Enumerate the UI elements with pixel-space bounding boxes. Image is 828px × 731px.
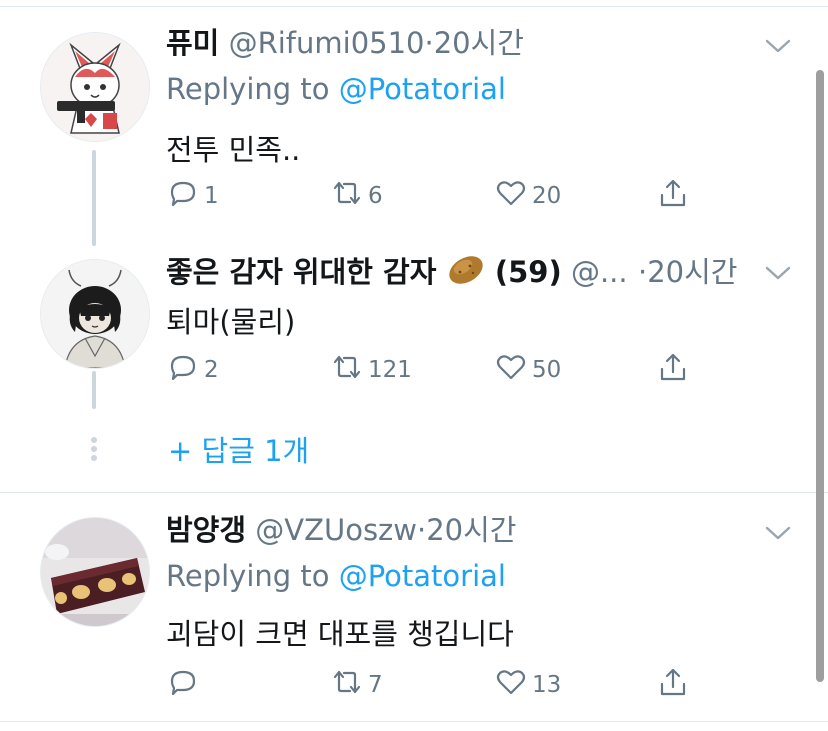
heart-icon bbox=[494, 350, 528, 390]
chevron-down-icon[interactable] bbox=[764, 36, 792, 56]
replying-to-label: Replying to bbox=[166, 72, 330, 106]
separator-dot: · bbox=[424, 26, 434, 60]
retweet-count: 7 bbox=[368, 672, 383, 698]
retweet-icon bbox=[330, 350, 364, 390]
mention-link[interactable]: @Potatorial bbox=[339, 72, 506, 106]
avatar[interactable] bbox=[40, 32, 150, 142]
more-replies-dots-icon bbox=[90, 436, 98, 462]
replying-to-label: Replying to bbox=[166, 559, 330, 593]
separator-dot: · bbox=[417, 513, 427, 547]
display-name-suffix[interactable]: (59) bbox=[495, 255, 562, 289]
like-count: 13 bbox=[532, 672, 562, 698]
tweet-actions: 1 6 20 bbox=[166, 176, 726, 216]
retweet-button[interactable]: 7 bbox=[330, 665, 383, 705]
like-button[interactable]: 50 bbox=[494, 350, 561, 390]
reply-count: 1 bbox=[204, 183, 219, 209]
timestamp[interactable]: 20시간 bbox=[426, 513, 516, 547]
tweet-2[interactable]: 좋은 감자 위대한 감자 (59) @... ·20시간 퇴마(물리) 2 12… bbox=[0, 245, 828, 490]
scrollbar[interactable] bbox=[816, 70, 824, 682]
user-handle[interactable]: @Rifumi0510 bbox=[229, 26, 425, 60]
user-handle[interactable]: @VZUoszw bbox=[255, 513, 417, 547]
retweet-button[interactable]: 6 bbox=[330, 176, 383, 216]
tweet-actions: 2 121 50 bbox=[166, 350, 726, 390]
reply-button[interactable] bbox=[166, 665, 204, 705]
reply-icon bbox=[166, 665, 200, 705]
timestamp[interactable]: 20시간 bbox=[434, 26, 524, 60]
like-count: 50 bbox=[532, 357, 562, 383]
share-button[interactable] bbox=[656, 350, 690, 390]
retweet-count: 6 bbox=[368, 183, 383, 209]
user-handle[interactable]: @... bbox=[571, 255, 628, 289]
heart-icon bbox=[494, 665, 528, 705]
like-button[interactable]: 13 bbox=[494, 665, 561, 705]
heart-icon bbox=[494, 176, 528, 216]
timestamp[interactable]: 20시간 bbox=[647, 255, 737, 289]
share-icon bbox=[656, 176, 690, 216]
display-name[interactable]: 좋은 감자 위대한 감자 bbox=[166, 255, 436, 289]
share-button[interactable] bbox=[656, 665, 690, 705]
tweet-header: 퓨미 @Rifumi0510·20시간 bbox=[166, 24, 733, 62]
tweet-text: 전투 민족.. bbox=[166, 133, 301, 167]
tweet-1[interactable]: 퓨미 @Rifumi0510·20시간 Replying to @Potator… bbox=[0, 0, 828, 246]
reply-button[interactable]: 1 bbox=[166, 176, 219, 216]
display-name[interactable]: 퓨미 bbox=[166, 26, 219, 60]
replying-to: Replying to @Potatorial bbox=[166, 72, 506, 106]
retweet-icon bbox=[330, 176, 364, 216]
retweet-button[interactable]: 121 bbox=[330, 350, 412, 390]
reply-button[interactable]: 2 bbox=[166, 350, 219, 390]
avatar[interactable] bbox=[40, 517, 150, 627]
show-more-replies-link[interactable]: + 답글 1개 bbox=[168, 428, 309, 470]
separator-dot: · bbox=[638, 255, 648, 289]
chevron-down-icon[interactable] bbox=[764, 263, 792, 283]
retweet-icon bbox=[330, 665, 364, 705]
potato-emoji bbox=[448, 256, 483, 284]
thread-line bbox=[92, 371, 96, 409]
avatar[interactable] bbox=[40, 259, 150, 369]
tweet-text: 퇴마(물리) bbox=[166, 305, 296, 339]
mention-link[interactable]: @Potatorial bbox=[339, 559, 506, 593]
thread-line bbox=[92, 150, 96, 246]
tweet-header: 밤양갱 @VZUoszw·20시간 bbox=[166, 511, 733, 549]
share-icon bbox=[656, 350, 690, 390]
share-button[interactable] bbox=[656, 176, 690, 216]
tweet-divider bbox=[0, 721, 828, 722]
tweet-text: 괴담이 크면 대포를 챙깁니다 bbox=[166, 617, 514, 651]
share-icon bbox=[656, 665, 690, 705]
like-count: 20 bbox=[532, 183, 562, 209]
reply-icon bbox=[166, 176, 200, 216]
replying-to: Replying to @Potatorial bbox=[166, 559, 506, 593]
display-name[interactable]: 밤양갱 bbox=[166, 513, 246, 547]
chevron-down-icon[interactable] bbox=[764, 523, 792, 543]
tweet-actions: 7 13 bbox=[166, 665, 726, 705]
tweet-3[interactable]: 밤양갱 @VZUoszw·20시간 Replying to @Potatoria… bbox=[0, 493, 828, 721]
retweet-count: 121 bbox=[368, 357, 412, 383]
like-button[interactable]: 20 bbox=[494, 176, 561, 216]
tweet-time-group: ·20시간 bbox=[638, 253, 737, 291]
reply-count: 2 bbox=[204, 357, 219, 383]
reply-icon bbox=[166, 350, 200, 390]
